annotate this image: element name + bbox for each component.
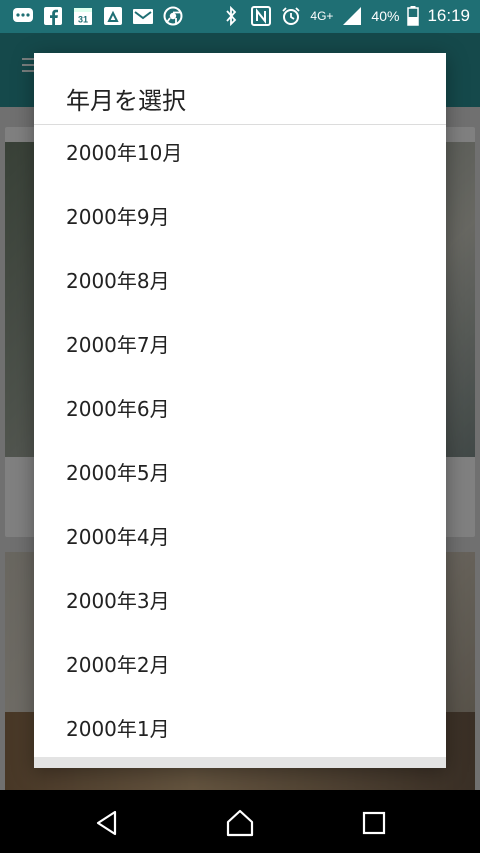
month-option[interactable]: 2000年8月 <box>34 247 446 311</box>
recents-icon[interactable] <box>359 808 389 838</box>
bluetooth-icon <box>220 6 242 26</box>
nfc-icon <box>250 6 272 26</box>
drive-icon <box>102 6 124 26</box>
back-icon[interactable] <box>92 808 122 838</box>
signal-icon <box>341 6 363 26</box>
chrome-icon <box>162 6 184 26</box>
dialog-title: 年月を選択 <box>66 87 186 115</box>
calendar-icon: 31 <box>72 6 94 26</box>
home-icon[interactable] <box>225 808 255 838</box>
month-option[interactable]: 2000年5月 <box>34 439 446 503</box>
status-bar: 31 4G+ 40% 16:19 <box>0 0 480 33</box>
month-option[interactable]: 2000年9月 <box>34 183 446 247</box>
network-type: 4G+ <box>310 9 334 23</box>
facebook-icon <box>42 6 64 26</box>
battery-percent: 40% <box>371 8 400 24</box>
month-option[interactable]: 2000年4月 <box>34 503 446 567</box>
month-option[interactable]: 2000年6月 <box>34 375 446 439</box>
month-option[interactable]: 2000年3月 <box>34 567 446 631</box>
month-option[interactable]: 2000年7月 <box>34 311 446 375</box>
messages-icon <box>12 6 34 26</box>
month-option[interactable]: 2000年10月 <box>34 125 446 183</box>
month-option[interactable]: 2000年1月 <box>34 695 446 757</box>
battery-icon <box>407 6 420 26</box>
dialog-bottom-edge <box>34 757 446 768</box>
calendar-date: 31 <box>78 15 88 25</box>
gmail-icon <box>132 6 154 26</box>
month-list[interactable]: 2000年10月 2000年9月 2000年8月 2000年7月 2000年6月… <box>34 125 446 757</box>
clock-time: 16:19 <box>427 6 470 25</box>
navigation-bar <box>0 790 480 853</box>
month-picker-dialog: 年月を選択 2000年10月 2000年9月 2000年8月 2000年7月 2… <box>34 53 446 768</box>
alarm-icon <box>280 6 302 26</box>
month-option[interactable]: 2000年2月 <box>34 631 446 695</box>
